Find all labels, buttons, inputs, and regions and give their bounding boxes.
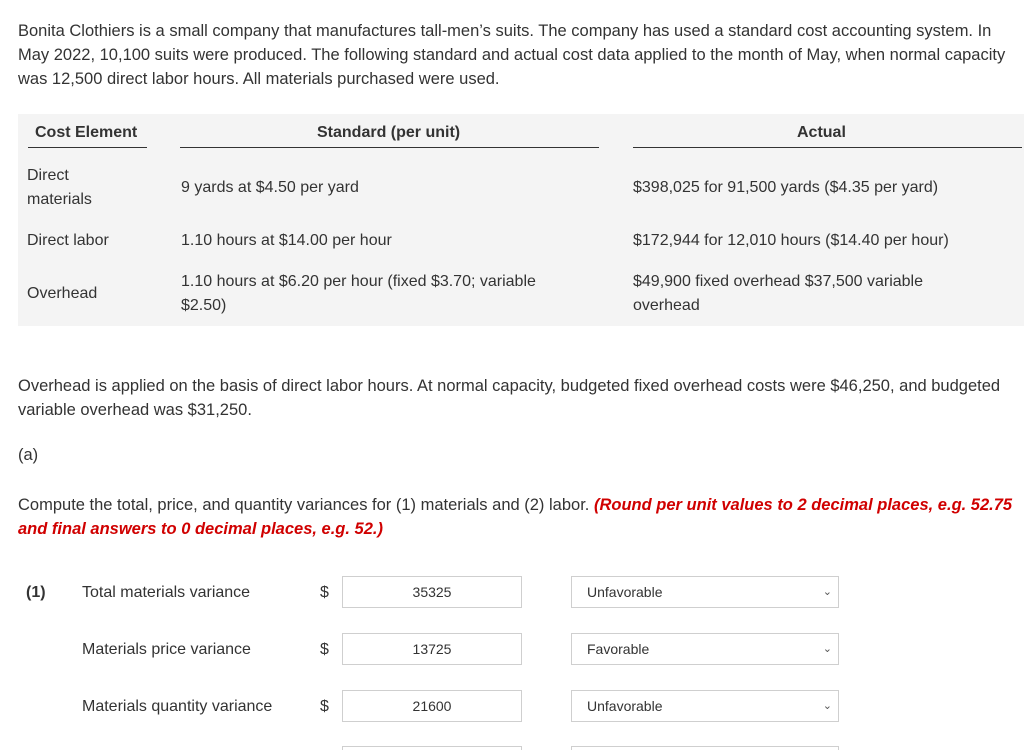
dollar-sign: $ xyxy=(320,641,329,658)
chevron-down-icon: ⌄ xyxy=(822,700,832,712)
materials-quantity-variance-select[interactable]: Unfavorable ⌄ xyxy=(571,690,839,722)
dollar-sign: $ xyxy=(320,584,329,601)
cost-data-table: Cost Element Standard (per unit) Actual … xyxy=(18,114,1024,326)
variance-label: Materials price variance xyxy=(82,641,251,658)
variance-row-materials-quantity: Materials quantity variance $ 21600 Unfa… xyxy=(0,690,1024,726)
overhead-note: Overhead is applied on the basis of dire… xyxy=(18,377,1001,419)
row-actual-overhead: $49,900 fixed overhead $37,500 variable … xyxy=(633,273,923,314)
row-element-overhead: Overhead xyxy=(27,285,98,302)
total-materials-variance-input[interactable]: 35325 xyxy=(342,576,522,608)
row-standard-direct-labor: 1.10 hours at $14.00 per hour xyxy=(181,232,392,249)
row-actual-direct-labor: $172,944 for 12,010 hours ($14.40 per ho… xyxy=(633,232,949,249)
row-element-direct-labor: Direct labor xyxy=(27,232,109,249)
problem-intro: Bonita Clothiers is a small company that… xyxy=(18,22,1006,88)
instruction-text: Compute the total, price, and quantity v… xyxy=(18,496,590,514)
variance-row-total-materials: (1) Total materials variance $ 35325 Unf… xyxy=(0,576,1024,612)
header-underline xyxy=(633,147,1022,148)
chevron-down-icon: ⌄ xyxy=(822,586,832,598)
chevron-down-icon: ⌄ xyxy=(822,643,832,655)
header-underline xyxy=(28,147,147,148)
row-actual-direct-materials: $398,025 for 91,500 yards ($4.35 per yar… xyxy=(633,179,939,196)
materials-price-variance-input[interactable]: 13725 xyxy=(342,633,522,665)
select-value: Unfavorable xyxy=(587,584,663,600)
next-variance-select[interactable] xyxy=(571,746,839,750)
select-value: Favorable xyxy=(587,641,650,657)
total-materials-variance-select[interactable]: Unfavorable ⌄ xyxy=(571,576,839,608)
next-amount-input[interactable] xyxy=(342,746,522,750)
header-actual: Actual xyxy=(797,124,846,141)
row-standard-direct-materials: 9 yards at $4.50 per yard xyxy=(181,179,359,196)
instruction: Compute the total, price, and quantity v… xyxy=(18,493,1018,541)
select-value: Unfavorable xyxy=(587,698,663,714)
materials-quantity-variance-input[interactable]: 21600 xyxy=(342,690,522,722)
materials-price-variance-select[interactable]: Favorable ⌄ xyxy=(571,633,839,665)
dollar-sign: $ xyxy=(320,698,329,715)
header-standard: Standard (per unit) xyxy=(317,124,461,141)
variance-label: Total materials variance xyxy=(82,584,251,601)
variance-row-materials-price: Materials price variance $ 13725 Favorab… xyxy=(0,633,1024,669)
row-element-direct-materials: Direct materials xyxy=(27,167,92,208)
row-standard-overhead: 1.10 hours at $6.20 per hour (fixed $3.7… xyxy=(181,273,536,314)
part-label: (a) xyxy=(18,446,39,464)
header-cost-element: Cost Element xyxy=(35,124,138,141)
section-number: (1) xyxy=(26,584,46,601)
variance-label: Materials quantity variance xyxy=(82,698,273,715)
header-underline xyxy=(180,147,599,148)
